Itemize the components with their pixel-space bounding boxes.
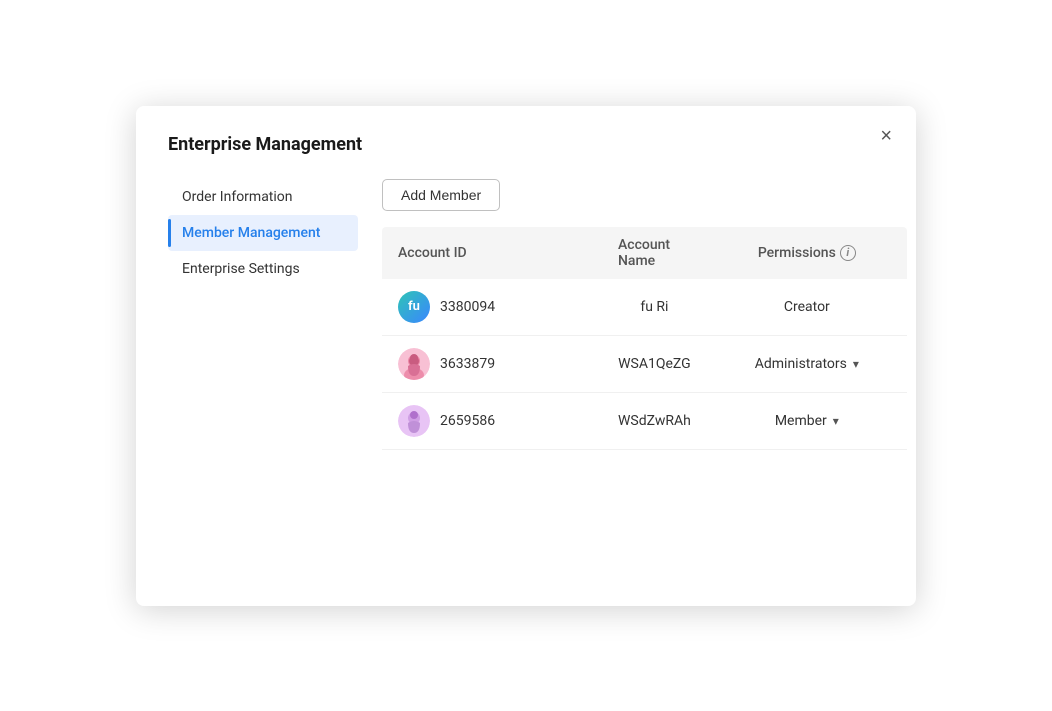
members-table: Account ID Account Name Permissions i fu bbox=[382, 227, 907, 450]
table-header: Account ID Account Name Permissions i bbox=[382, 227, 907, 279]
account-id-value-2: 3633879 bbox=[440, 356, 495, 372]
header-account-name: Account Name bbox=[602, 237, 707, 269]
header-account-id: Account ID bbox=[382, 237, 602, 269]
cell-permissions-2[interactable]: Administrators ▾ bbox=[707, 356, 907, 372]
cell-account-name-2: WSA1QeZG bbox=[602, 356, 707, 372]
header-permissions: Permissions i bbox=[707, 237, 907, 269]
main-content: Add Member Account ID Account Name Permi… bbox=[358, 179, 907, 450]
cell-account-id-1: fu 3380094 bbox=[382, 291, 602, 323]
enterprise-management-modal: Enterprise Management × Order Informatio… bbox=[136, 106, 916, 606]
cell-permissions-1: Creator bbox=[707, 299, 907, 315]
close-button[interactable]: × bbox=[880, 126, 892, 146]
avatar-3 bbox=[398, 405, 430, 437]
table-row: 3633879 WSA1QeZG Administrators ▾ bbox=[382, 336, 907, 393]
sidebar-item-enterprise-settings[interactable]: Enterprise Settings bbox=[168, 251, 358, 287]
sidebar-item-label: Member Management bbox=[182, 225, 320, 241]
content-layout: Order Information Member Management Ente… bbox=[168, 179, 884, 450]
permissions-info-icon[interactable]: i bbox=[840, 245, 856, 261]
cell-account-id-2: 3633879 bbox=[382, 348, 602, 380]
sidebar: Order Information Member Management Ente… bbox=[168, 179, 358, 450]
modal-title: Enterprise Management bbox=[168, 134, 884, 155]
sidebar-item-order-information[interactable]: Order Information bbox=[168, 179, 358, 215]
avatar-2 bbox=[398, 348, 430, 380]
permissions-dropdown-arrow-2[interactable]: ▾ bbox=[853, 357, 859, 371]
sidebar-item-label: Enterprise Settings bbox=[182, 261, 300, 277]
add-member-button[interactable]: Add Member bbox=[382, 179, 500, 211]
cell-permissions-3[interactable]: Member ▾ bbox=[707, 413, 907, 429]
account-id-value-3: 2659586 bbox=[440, 413, 495, 429]
cell-account-name-3: WSdZwRAh bbox=[602, 413, 707, 429]
sidebar-item-member-management[interactable]: Member Management bbox=[168, 215, 358, 251]
cell-account-name-1: fu Ri bbox=[602, 299, 707, 315]
avatar-1: fu bbox=[398, 291, 430, 323]
cell-account-id-3: 2659586 bbox=[382, 405, 602, 437]
account-id-value-1: 3380094 bbox=[440, 299, 495, 315]
table-row: 2659586 WSdZwRAh Member ▾ bbox=[382, 393, 907, 450]
permissions-dropdown-arrow-3[interactable]: ▾ bbox=[833, 414, 839, 428]
sidebar-item-label: Order Information bbox=[182, 189, 293, 205]
table-row: fu 3380094 fu Ri Creator bbox=[382, 279, 907, 336]
